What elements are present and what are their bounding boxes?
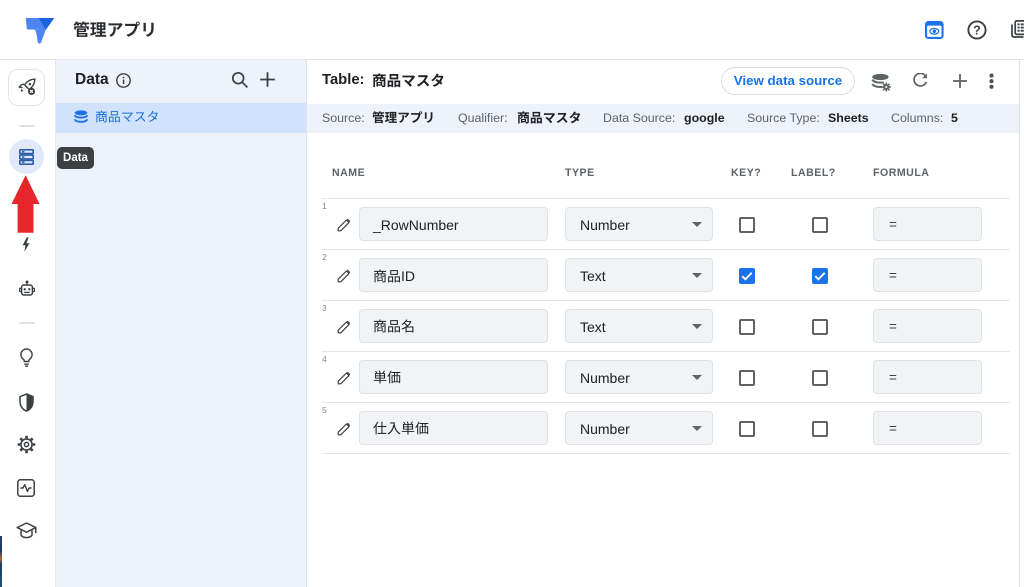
svg-text:?: ? xyxy=(973,23,981,37)
